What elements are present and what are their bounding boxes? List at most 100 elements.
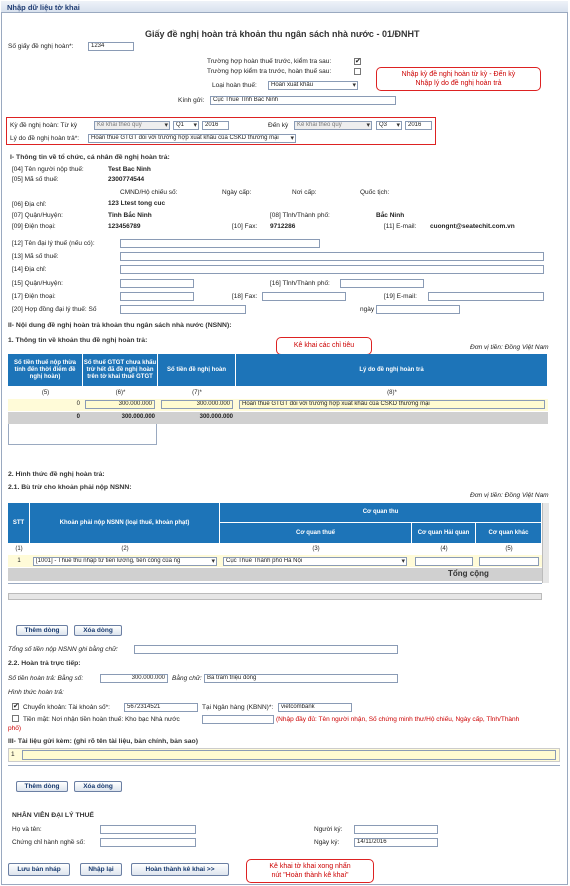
opt1-checkbox[interactable]: ✔: [354, 58, 361, 65]
section3-add-row-button[interactable]: Thêm dòng: [16, 781, 68, 792]
section2-sub21: 2.1. Bù trừ cho khoản phải nộp NSNN:: [8, 484, 132, 491]
table2-cqkhac-header: Cơ quan khác: [476, 523, 542, 543]
table2-num-1: (1): [15, 546, 23, 552]
label-13: [13] Mã số thuế:: [12, 253, 59, 260]
input-14[interactable]: [120, 265, 544, 274]
tai-khoan-input[interactable]: 5672314521: [124, 703, 198, 712]
table2-row-stt: 1: [17, 558, 21, 564]
section3-delete-row-button[interactable]: Xóa dòng: [74, 781, 122, 792]
den-ky-quarter-select[interactable]: Q3: [376, 121, 402, 130]
table1-col1-header: Số tiền thuế nộp thừa tính đến thời điểm…: [8, 354, 83, 386]
bang-chu-input[interactable]: Ba trăm triệu đồng: [204, 674, 398, 683]
den-ky-label: Đến kỳ: [268, 122, 289, 129]
table1-total-col3: 300.000.000: [199, 414, 233, 420]
label-08: [08] Tỉnh/Thành phố:: [270, 212, 330, 219]
loai-hoan-select[interactable]: Hoàn xuất khẩu: [268, 81, 358, 90]
section1-heading: I- Thông tin về tổ chức, cá nhân đề nghị…: [10, 154, 170, 161]
form-title: Giấy đề nghị hoàn trả khoản thu ngân sác…: [145, 29, 420, 39]
table1-col3-header: Số tiền đề nghị hoàn: [158, 354, 236, 386]
input-15[interactable]: [120, 279, 194, 288]
value-09: 123456789: [108, 223, 141, 230]
agent-cert-input[interactable]: [100, 838, 196, 847]
bang-chu-label: Bằng chữ:: [172, 675, 202, 682]
agent-name-label: Họ và tên:: [12, 826, 42, 833]
input-16[interactable]: [340, 279, 424, 288]
input-20-date[interactable]: [376, 305, 460, 314]
table2-num-3: (3): [312, 546, 320, 552]
tien-mat-checkbox[interactable]: [12, 715, 19, 722]
table2-hscrollbar[interactable]: [8, 593, 542, 600]
finish-button[interactable]: Hoàn thành kê khai >>: [131, 863, 229, 876]
table2-num-4: (4): [440, 546, 448, 552]
label-11: [11] E-mail:: [384, 223, 417, 230]
table2-cqthue-header: Cơ quan thuế: [220, 523, 412, 543]
window-title: Nhập dữ liệu tờ khai: [1, 1, 568, 13]
table1-row-col2-input[interactable]: 300.000.000: [85, 400, 155, 409]
ky-tu-type-select[interactable]: Kê khai theo quý: [94, 121, 170, 130]
ky-tu-quarter-select[interactable]: Q1: [173, 121, 199, 130]
ky-tu-year-input[interactable]: 2016: [202, 121, 229, 130]
input-20[interactable]: [120, 305, 246, 314]
table1-col4-header: Lý do đề nghị hoàn trả: [236, 354, 548, 386]
label-19: [19] E-mail:: [384, 293, 417, 300]
table2-num-5: (5): [505, 546, 513, 552]
input-12[interactable]: [120, 239, 320, 248]
table2-delete-row-button[interactable]: Xóa dòng: [74, 625, 122, 636]
agent-cert-label: Chứng chỉ hành nghề số:: [12, 839, 86, 846]
ly-do-select[interactable]: Hoàn thuế GTGT đối với trường hợp xuất k…: [88, 134, 296, 143]
input-17[interactable]: [120, 292, 194, 301]
label-16: [16] Tỉnh/Thành phố:: [270, 280, 330, 287]
opt2-checkbox[interactable]: [354, 68, 361, 75]
table2-total-label: Tổng cộng: [448, 569, 489, 578]
callout-finish: Kê khai tờ khai xong nhấn nút "Hoàn thàn…: [246, 859, 374, 883]
den-ky-type-select[interactable]: Kê khai theo quý: [294, 121, 372, 130]
table2-add-row-button[interactable]: Thêm dòng: [16, 625, 68, 636]
table2-khoan-select[interactable]: [1001] - Thuế thu nhập từ tiền lương, ti…: [33, 557, 217, 566]
save-draft-button[interactable]: Lưu bản nháp: [8, 863, 70, 876]
table2-cqhq-input[interactable]: [415, 557, 473, 566]
table2-stt-header: STT: [8, 503, 30, 543]
tien-mat-label: Tiền mặt: Nơi nhận tiền hoàn thuế: Kho b…: [23, 716, 180, 723]
tien-mat-note-2: phố): [8, 725, 22, 732]
value-08: Bắc Ninh: [376, 212, 405, 219]
table1-row-col3-input[interactable]: 300.000.000: [161, 400, 233, 409]
input-18[interactable]: [262, 292, 346, 301]
opt2-label: Trường hợp kiểm tra trước, hoàn thuế sau…: [207, 68, 332, 75]
sign-date-label: Ngày ký:: [314, 839, 340, 846]
ky-tu-label: Kỳ đề nghị hoàn: Từ kỳ: [10, 122, 78, 129]
label-20: [20] Hợp đồng đại lý thuế: Số: [12, 306, 97, 313]
label-09: [09] Điện thoại:: [12, 223, 56, 230]
input-19[interactable]: [428, 292, 544, 301]
value-11: cuongnt@seatechit.com.vn: [430, 223, 515, 230]
input-13[interactable]: [120, 252, 544, 261]
table2-cqhq-header: Cơ quan Hải quan: [412, 523, 476, 543]
sign-date-input[interactable]: 14/11/2016: [354, 838, 438, 847]
tien-mat-input[interactable]: [202, 715, 274, 724]
chuyen-khoan-checkbox[interactable]: ✔: [12, 703, 19, 710]
table1-bottom-border: [8, 444, 157, 445]
signer-input[interactable]: [354, 825, 438, 834]
ngay-label: ngày: [360, 306, 375, 313]
value-04: Test Bac Ninh: [108, 166, 151, 173]
label-18: [18] Fax:: [232, 293, 258, 300]
agent-name-input[interactable]: [100, 825, 196, 834]
table1-row-col4-input[interactable]: Hoàn thuế GTGT đối với trường hợp xuất k…: [239, 400, 545, 409]
chuyen-khoan-label: Chuyển khoản: Tài khoản số*:: [23, 704, 110, 711]
label-17: [17] Điện thoại:: [12, 293, 56, 300]
table2-cqkhac-input[interactable]: [479, 557, 539, 566]
ngan-hang-input[interactable]: vietcombank: [278, 703, 352, 712]
tong-bang-chu-input[interactable]: [134, 645, 398, 654]
so-giay-input[interactable]: 1234: [88, 42, 134, 51]
so-giay-label: Số giấy đề nghị hoàn*:: [8, 43, 74, 50]
noi-cap-label: Nơi cấp:: [292, 189, 317, 196]
kinh-gui-input[interactable]: Cục Thuế Tỉnh Bắc Ninh: [210, 96, 396, 105]
loai-hoan-label: Loại hoàn thuế:: [212, 82, 257, 89]
reset-button[interactable]: Nhập lại: [80, 863, 122, 876]
section3-document-input[interactable]: [22, 750, 556, 760]
hinh-thuc-label: Hình thức hoàn trả:: [8, 689, 64, 696]
table1-num-5: (5): [41, 390, 50, 396]
den-ky-year-input[interactable]: 2016: [405, 121, 432, 130]
so-tien-input[interactable]: 300.000.000: [100, 674, 168, 683]
table2-cqthue-select[interactable]: Cục Thuế Thành phố Hà Nội: [223, 557, 407, 566]
table2-scrollbar[interactable]: [542, 503, 549, 583]
